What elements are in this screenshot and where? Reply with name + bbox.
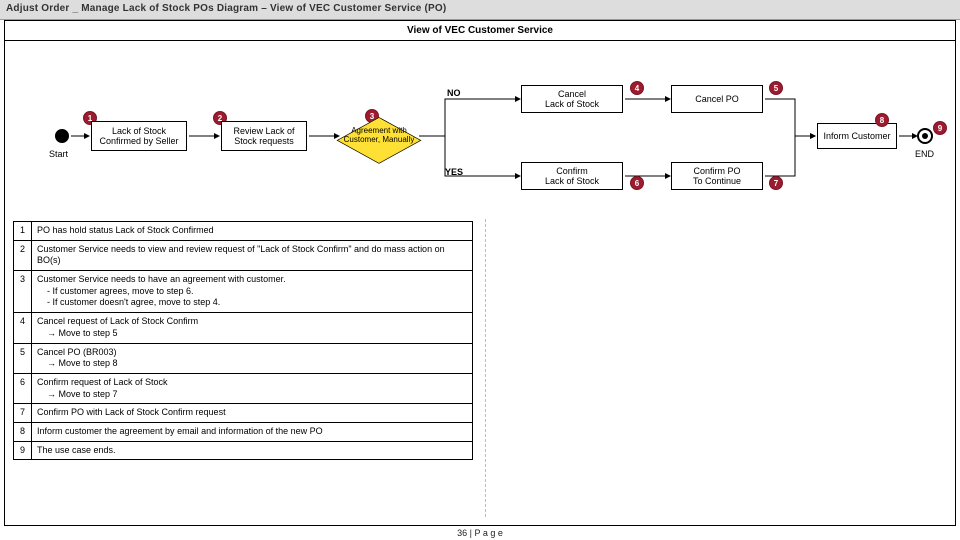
table-row: 2Customer Service needs to view and revi… xyxy=(14,240,473,270)
branch-no-label: NO xyxy=(447,88,461,98)
table-row: 3Customer Service needs to have an agree… xyxy=(14,271,473,313)
table-row: 5Cancel PO (BR003)→ Move to step 8 xyxy=(14,343,473,373)
step-num: 8 xyxy=(14,422,32,441)
diagram-area: Start 1 Lack of Stock Confirmed by Selle… xyxy=(5,41,955,211)
table-row: 9The use case ends. xyxy=(14,441,473,460)
task-cancel-po: Cancel PO xyxy=(671,85,763,113)
badge-4: 4 xyxy=(630,81,644,95)
step-num: 2 xyxy=(14,240,32,270)
task-inform-customer: Inform Customer xyxy=(817,123,897,149)
vertical-separator xyxy=(485,219,486,517)
step-text: Customer Service needs to view and revie… xyxy=(32,240,473,270)
task-confirm-po: Confirm PO To Continue xyxy=(671,162,763,190)
table-row: 6Confirm request of Lack of Stock→ Move … xyxy=(14,373,473,403)
step-num: 7 xyxy=(14,404,32,423)
step-text: Confirm request of Lack of Stock→ Move t… xyxy=(32,373,473,403)
table-row: 7Confirm PO with Lack of Stock Confirm r… xyxy=(14,404,473,423)
badge-9: 9 xyxy=(933,121,947,135)
branch-yes-label: YES xyxy=(445,167,463,177)
badge-6: 6 xyxy=(630,176,644,190)
badge-7: 7 xyxy=(769,176,783,190)
page-footer: 36 | P a g e xyxy=(0,528,960,540)
step-num: 1 xyxy=(14,222,32,241)
task-confirm-los: Confirm Lack of Stock xyxy=(521,162,623,190)
step-text: Cancel request of Lack of Stock Confirm→… xyxy=(32,313,473,343)
gateway-agreement: Agreement with Customer, Manually xyxy=(339,124,419,148)
task-review-requests: Review Lack of Stock requests xyxy=(221,121,307,151)
end-event xyxy=(917,128,933,144)
step-text: Inform customer the agreement by email a… xyxy=(32,422,473,441)
page-title: Adjust Order _ Manage Lack of Stock POs … xyxy=(0,0,960,20)
pool-header: View of VEC Customer Service xyxy=(5,21,955,41)
steps-table: 1PO has hold status Lack of Stock Confir… xyxy=(13,221,473,460)
step-num: 5 xyxy=(14,343,32,373)
step-text: Customer Service needs to have an agreem… xyxy=(32,271,473,313)
step-num: 4 xyxy=(14,313,32,343)
table-row: 1PO has hold status Lack of Stock Confir… xyxy=(14,222,473,241)
step-text: Cancel PO (BR003)→ Move to step 8 xyxy=(32,343,473,373)
start-label: Start xyxy=(49,149,68,159)
step-text: Confirm PO with Lack of Stock Confirm re… xyxy=(32,404,473,423)
step-num: 3 xyxy=(14,271,32,313)
end-label: END xyxy=(915,149,934,159)
step-text: The use case ends. xyxy=(32,441,473,460)
diagram-frame: View of VEC Customer Service xyxy=(4,20,956,526)
task-cancel-los: Cancel Lack of Stock xyxy=(521,85,623,113)
table-row: 4Cancel request of Lack of Stock Confirm… xyxy=(14,313,473,343)
table-row: 8Inform customer the agreement by email … xyxy=(14,422,473,441)
start-event xyxy=(55,129,69,143)
step-num: 6 xyxy=(14,373,32,403)
task-lack-of-stock-confirmed: Lack of Stock Confirmed by Seller xyxy=(91,121,187,151)
badge-8: 8 xyxy=(875,113,889,127)
badge-5: 5 xyxy=(769,81,783,95)
gateway-agreement-label: Agreement with Customer, Manually xyxy=(329,114,429,158)
step-num: 9 xyxy=(14,441,32,460)
step-text: PO has hold status Lack of Stock Confirm… xyxy=(32,222,473,241)
